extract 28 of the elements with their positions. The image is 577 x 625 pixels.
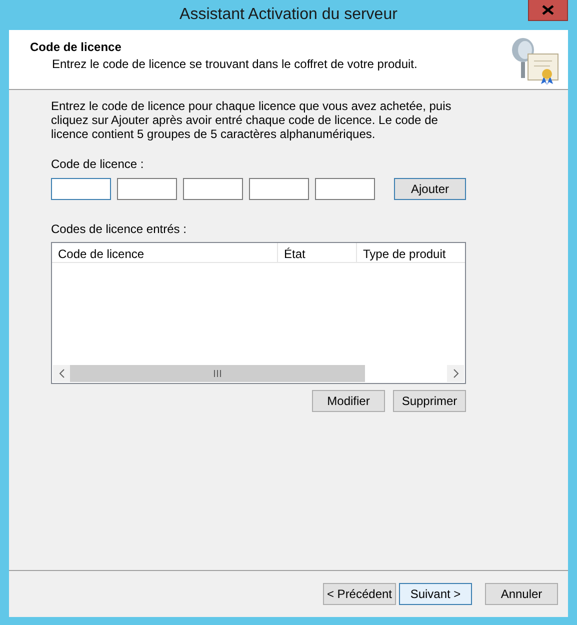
horizontal-scrollbar[interactable]	[53, 365, 464, 382]
dialog-button[interactable]: < Précédent	[323, 583, 396, 605]
field-label: Code de licence :	[51, 157, 145, 171]
page-title: Code de licence	[30, 40, 122, 54]
instructions-text: Entrez le code de licence pour chaque licence que vous avez achetée, puis cliquez sur Ajouter après avoir entré chaque code de licence. Le code de licence contient 5 groupes de 5 caractères alphanumériques.	[51, 99, 452, 141]
close-button[interactable]	[528, 0, 568, 21]
grip-icon	[214, 370, 221, 377]
certificate-icon	[510, 36, 560, 86]
input-field[interactable]	[51, 178, 111, 200]
window-title: Assistant Activation du serveur	[180, 6, 398, 24]
input-field[interactable]	[117, 178, 177, 200]
scrollbar-thumb[interactable]	[70, 365, 365, 382]
dialog-button[interactable]: Suivant >	[399, 583, 472, 605]
column-header[interactable]: État	[278, 243, 357, 262]
chevron-right-icon	[452, 369, 458, 378]
dialog-button[interactable]: Annuler	[485, 583, 558, 605]
dialog-button[interactable]: Modifier	[312, 390, 385, 412]
column-header[interactable]: Type de produit	[357, 243, 465, 262]
dialog-button[interactable]: Supprimer	[393, 390, 466, 412]
input-field[interactable]	[249, 178, 309, 200]
chevron-left-icon	[58, 369, 64, 378]
close-icon	[542, 5, 554, 15]
column-header[interactable]: Code de licence	[52, 243, 278, 262]
page-subtitle: Entrez le code de licence se trouvant dans le coffret de votre produit.	[52, 57, 418, 71]
input-field[interactable]	[183, 178, 243, 200]
input-field[interactable]	[315, 178, 375, 200]
add-button[interactable]: Ajouter	[394, 178, 466, 200]
list-label: Codes de licence entrés :	[51, 222, 188, 236]
